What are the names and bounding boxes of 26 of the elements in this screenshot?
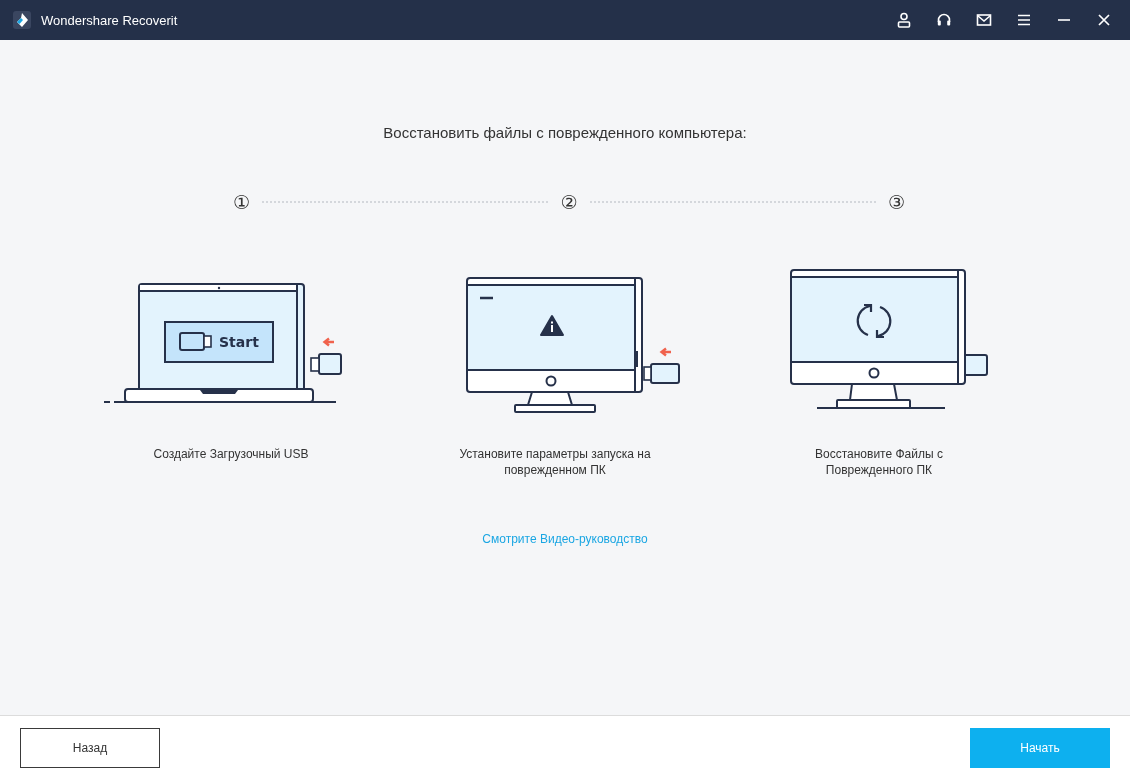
video-tutorial-link[interactable]: Смотрите Видео-руководство: [482, 532, 648, 546]
step-caption: Поврежденного ПК: [825, 462, 933, 478]
close-icon[interactable]: [1096, 12, 1112, 28]
start-label: Start: [219, 334, 259, 350]
step-caption: Создайте Загрузочный USB: [153, 446, 309, 462]
menu-icon[interactable]: [1016, 12, 1032, 28]
app-logo-icon: [12, 10, 32, 30]
mail-icon[interactable]: [976, 12, 992, 28]
step-number: ②: [560, 192, 578, 212]
usb-drive-icon: [643, 363, 680, 384]
arrow-icon: [659, 347, 673, 357]
step-number: ③: [887, 192, 905, 212]
arrow-icon: [322, 337, 336, 347]
warning-icon: [540, 315, 564, 336]
sync-icon: [856, 303, 892, 339]
step-caption: Восстановите Файлы с: [815, 446, 943, 462]
step-caption: Установите параметры запуска на: [459, 446, 651, 462]
usb-drive-icon: [310, 353, 342, 375]
window-title: Wondershare Recoverit: [41, 12, 178, 28]
user-icon[interactable]: [896, 12, 912, 28]
step-caption: поврежденном ПК: [504, 462, 606, 478]
headset-icon[interactable]: [936, 12, 952, 28]
page-heading: Восстановить файлы с поврежденного компьютера:: [383, 124, 747, 141]
back-button[interactable]: Назад: [20, 727, 160, 768]
start-button[interactable]: Начать: [970, 727, 1110, 768]
step-number: ①: [233, 192, 251, 212]
